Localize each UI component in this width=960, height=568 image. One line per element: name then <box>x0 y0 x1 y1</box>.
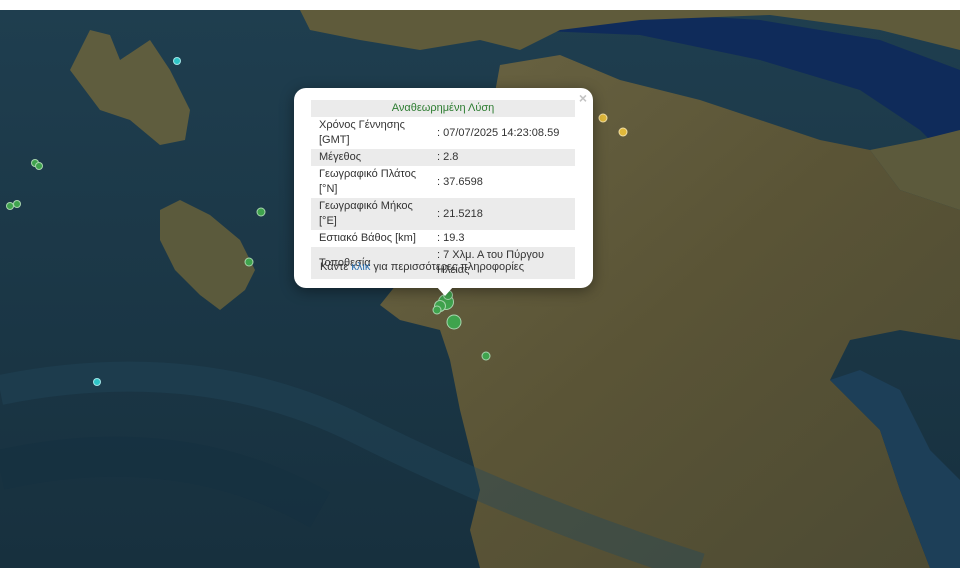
more-info-suffix: για περισσότερες πληροφορίες <box>373 261 524 273</box>
close-icon[interactable]: × <box>579 90 587 106</box>
detail-label: Εστιακό Βάθος [km] <box>319 232 416 244</box>
detail-value: : 2.8 <box>437 151 459 163</box>
detail-value: : 07/07/2025 14:23:08.59 <box>437 126 560 139</box>
more-info-prefix: Κάντε <box>320 261 349 273</box>
earthquake-marker[interactable] <box>598 113 608 123</box>
detail-label: Γεωγραφικό Μήκος [°E] <box>319 200 413 227</box>
more-info-link[interactable]: κλικ <box>351 261 370 273</box>
earthquake-marker[interactable] <box>244 257 254 267</box>
detail-row-magnitude: Μέγεθος : 2.8 <box>311 149 575 166</box>
earthquake-marker[interactable] <box>256 207 266 217</box>
earthquake-marker[interactable] <box>35 162 43 170</box>
detail-row-origin-time: Χρόνος Γέννησης [GMT] : 07/07/2025 14:23… <box>311 117 575 149</box>
earthquake-marker[interactable] <box>446 314 462 330</box>
earthquake-marker[interactable] <box>13 200 21 208</box>
popup-pointer <box>436 286 454 296</box>
detail-label: Γεωγραφικό Πλάτος [°N] <box>319 168 417 195</box>
detail-label: Μέγεθος <box>319 151 362 163</box>
earthquake-details-table: Αναθεωρημένη Λύση Χρόνος Γέννησης [GMT] … <box>311 100 575 279</box>
earthquake-marker[interactable] <box>432 305 442 315</box>
earthquake-marker[interactable] <box>481 351 491 361</box>
detail-value: : 21.5218 <box>437 207 483 220</box>
detail-value: : 19.3 <box>437 232 465 244</box>
detail-label: Χρόνος Γέννησης [GMT] <box>319 119 405 146</box>
earthquake-info-popup: × Αναθεωρημένη Λύση Χρόνος Γέννησης [GMT… <box>294 88 593 288</box>
earthquake-marker[interactable] <box>93 378 101 386</box>
earthquake-marker[interactable] <box>618 127 628 137</box>
detail-row-latitude: Γεωγραφικό Πλάτος [°N] : 37.6598 <box>311 166 575 198</box>
earthquake-marker[interactable] <box>173 57 181 65</box>
detail-row-depth: Εστιακό Βάθος [km] : 19.3 <box>311 230 575 247</box>
more-info-text: Κάντε κλικ για περισσότερες πληροφορίες <box>320 261 524 273</box>
popup-title: Αναθεωρημένη Λύση <box>311 100 575 117</box>
detail-value: : 37.6598 <box>437 175 483 188</box>
detail-row-longitude: Γεωγραφικό Μήκος [°E] : 21.5218 <box>311 198 575 230</box>
